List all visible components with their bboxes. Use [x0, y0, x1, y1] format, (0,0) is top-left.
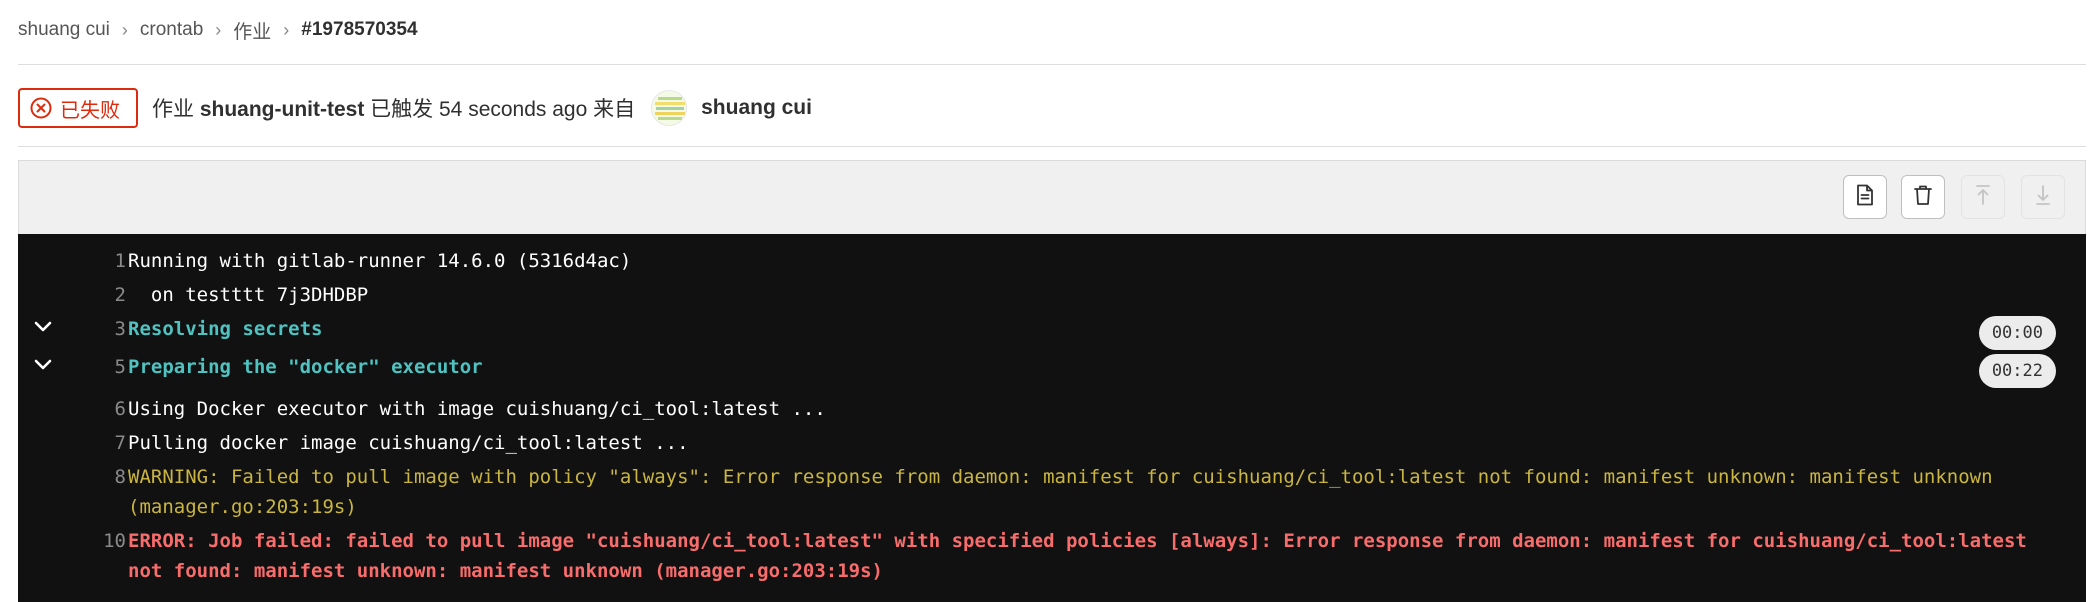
chevron-down-icon[interactable] — [32, 354, 54, 376]
status-label: 已失败 — [60, 99, 120, 122]
chevron-down-icon[interactable] — [32, 316, 54, 338]
log-text: Running with gitlab-runner 14.6.0 (5316d… — [128, 250, 632, 272]
breadcrumb-item-project[interactable]: crontab — [140, 19, 203, 41]
section-title: Preparing the "docker" executor — [128, 356, 483, 378]
breadcrumb-separator: › — [283, 19, 290, 40]
breadcrumb-separator: › — [215, 19, 222, 40]
avatar[interactable] — [651, 90, 688, 126]
divider — [18, 146, 2086, 147]
job-log: 1 Running with gitlab-runner 14.6.0 (531… — [18, 234, 2086, 602]
scroll-to-bottom-button[interactable] — [2021, 175, 2065, 219]
triggered-text: 已触发 54 seconds ago 来自 — [370, 98, 636, 121]
line-number[interactable]: 7 — [68, 428, 126, 458]
breadcrumb-current-job: #1978570354 — [301, 19, 418, 40]
line-number[interactable]: 6 — [68, 394, 126, 424]
status-failed-icon — [30, 97, 52, 119]
section-title: Resolving secrets — [128, 318, 323, 340]
section-duration-badge: 00:22 — [1978, 354, 2056, 388]
user-name[interactable]: shuang cui — [701, 96, 812, 120]
erase-log-button[interactable] — [1901, 175, 1945, 219]
breadcrumb-item-jobs[interactable]: 作业 — [233, 17, 271, 44]
job-description: 作业 shuang-unit-test 已触发 54 seconds ago 来… — [152, 93, 635, 123]
line-number[interactable]: 1 — [68, 246, 126, 276]
job-header: 已失败 作业 shuang-unit-test 已触发 54 seconds a… — [18, 86, 812, 130]
error-text: ERROR: Job failed: failed to pull image … — [128, 530, 2039, 582]
scroll-to-bottom-icon — [2034, 184, 2052, 211]
status-badge[interactable]: 已失败 — [18, 88, 138, 128]
breadcrumb-separator: › — [121, 19, 128, 40]
divider — [18, 64, 2086, 65]
line-number[interactable]: 10 — [68, 526, 126, 556]
log-text: on testttt 7j3DHDBP — [128, 284, 369, 306]
trash-icon — [1913, 184, 1933, 211]
job-prefix: 作业 — [152, 98, 194, 121]
file-text-icon — [1855, 184, 1875, 211]
scroll-to-top-button[interactable] — [1961, 175, 2005, 219]
log-text: Using Docker executor with image cuishua… — [128, 398, 826, 420]
log-text: Pulling docker image cuishuang/ci_tool:l… — [128, 432, 689, 454]
warning-text: WARNING: Failed to pull image with polic… — [128, 466, 2005, 518]
line-number[interactable]: 3 — [68, 314, 126, 344]
breadcrumb: shuang cui › crontab › 作业 › #1978570354 — [18, 14, 418, 46]
section-duration-badge: 00:00 — [1978, 316, 2056, 350]
scroll-to-top-icon — [1974, 184, 1992, 211]
line-number[interactable]: 2 — [68, 280, 126, 310]
show-raw-button[interactable] — [1843, 175, 1887, 219]
breadcrumb-item-user[interactable]: shuang cui — [18, 19, 110, 41]
line-number[interactable]: 8 — [68, 462, 126, 492]
job-name: shuang-unit-test — [199, 98, 365, 121]
line-number[interactable]: 5 — [68, 352, 126, 382]
log-toolbar — [18, 160, 2086, 234]
